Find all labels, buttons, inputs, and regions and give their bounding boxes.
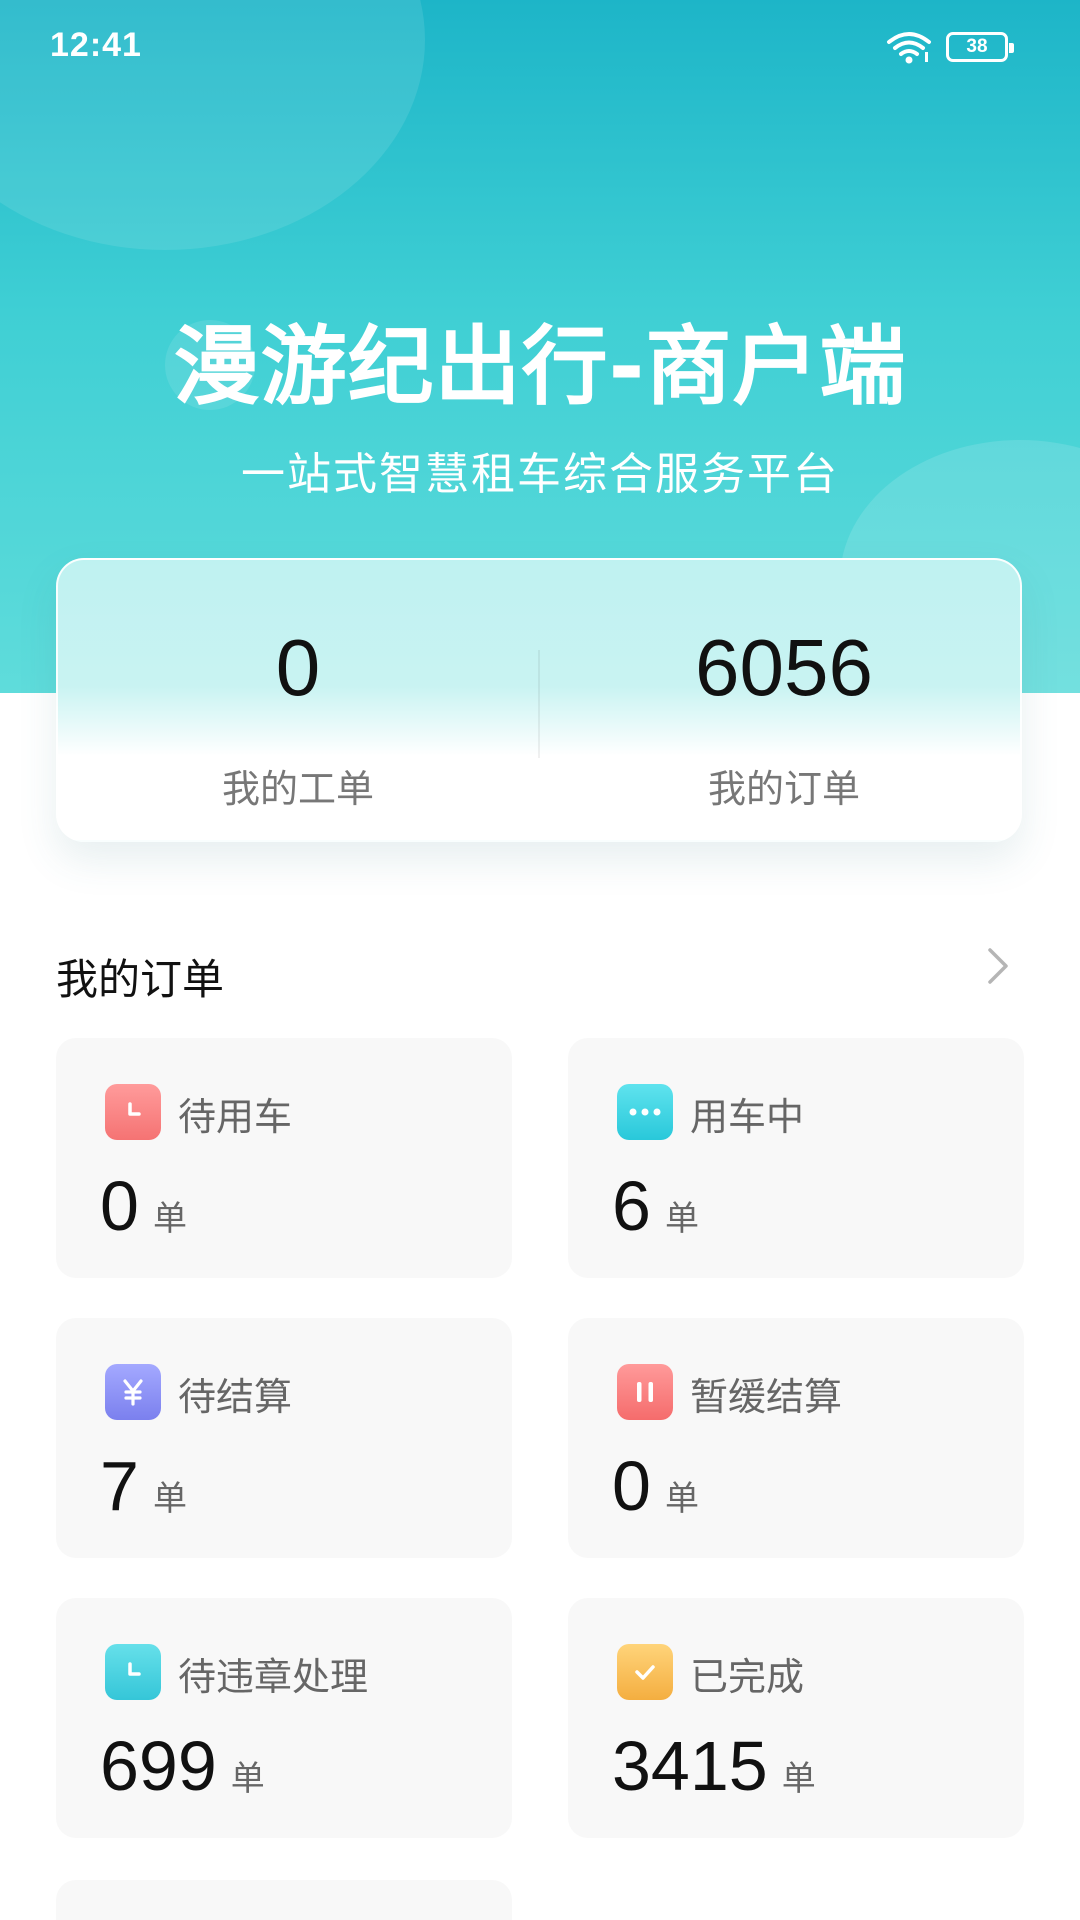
section-title: 我的订单 [56,955,225,1004]
my-orders-stat[interactable]: 6056 我的订单 [544,560,1024,844]
app-title: 漫游纪出行-商户端 [173,317,907,417]
tile-count: 7 [100,1447,139,1525]
tile-unit: 单 [664,1479,699,1519]
tile-label: 待违章处理 [178,1655,369,1699]
chevron-right-icon[interactable] [984,944,1012,988]
order-tile-deferred-settlement[interactable]: 暂缓结算 0 单 [568,1318,1024,1558]
battery-level: 38 [966,36,988,57]
tile-count: 0 [100,1167,139,1245]
order-tile-completed[interactable]: 已完成 3415 单 [568,1598,1024,1838]
order-tile-pending-violations[interactable]: 待违章处理 699 单 [56,1598,512,1838]
clock-icon [105,1084,161,1140]
tile-unit: 单 [781,1759,816,1799]
tile-count: 0 [612,1447,651,1525]
pause-icon [617,1364,673,1420]
my-work-orders-stat[interactable]: 0 我的工单 [58,560,538,844]
tile-unit: 单 [152,1199,187,1239]
status-time: 12:41 [50,26,142,64]
wifi-icon [887,32,931,64]
my-orders-section-header[interactable]: 我的订单 [56,940,1022,1004]
app-subtitle: 一站式智慧租车综合服务平台 [241,449,839,500]
tile-label: 待结算 [178,1375,293,1419]
orders-count: 6056 [695,623,873,712]
order-tile-pending-settlement[interactable]: 待结算 7 单 [56,1318,512,1558]
more-dots-icon [617,1084,673,1140]
tile-label: 已完成 [690,1655,805,1699]
order-tile-partial[interactable] [56,1880,512,1920]
stats-divider [538,650,540,758]
stats-card: 0 我的工单 6056 我的订单 [56,558,1022,842]
tile-unit: 单 [230,1759,265,1799]
order-tile-pending-pickup[interactable]: 待用车 0 单 [56,1038,512,1278]
tile-count: 3415 [612,1727,768,1805]
tile-unit: 单 [152,1479,187,1519]
clock-icon [105,1644,161,1700]
tile-count: 699 [100,1727,217,1805]
battery-indicator: 38 [946,32,1014,62]
order-tile-in-use[interactable]: 用车中 6 单 [568,1038,1024,1278]
yuan-icon [105,1364,161,1420]
tile-label: 用车中 [690,1095,805,1139]
merchant-home-screen: 12:41 38 漫游纪出行-商户端 一站式智慧租车综合服务平台 0 我的工单 … [0,0,1080,1920]
tile-unit: 单 [664,1199,699,1239]
orders-label: 我的订单 [707,767,860,811]
tile-label: 待用车 [178,1095,293,1139]
tile-label: 暂缓结算 [690,1375,843,1419]
tile-count: 6 [612,1167,651,1245]
check-icon [617,1644,673,1700]
work-orders-count: 0 [275,623,321,712]
work-orders-label: 我的工单 [221,767,374,811]
